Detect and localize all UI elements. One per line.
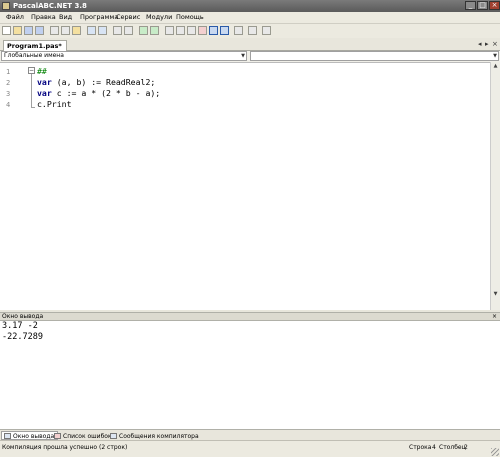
navigation-bar: Глобальные имена ▼ ▼ [0, 51, 500, 62]
format-code-icon[interactable] [234, 26, 243, 35]
save-all-icon[interactable] [35, 26, 44, 35]
menu-service[interactable]: Сервис [116, 13, 140, 22]
new-file-icon[interactable] [2, 26, 11, 35]
menu-modules[interactable]: Модули [146, 13, 172, 22]
run-icon[interactable] [139, 26, 148, 35]
copy-icon[interactable] [61, 26, 70, 35]
stop-icon[interactable] [198, 26, 207, 35]
row-value: 4 [432, 444, 436, 451]
tab-scroll-left-icon[interactable]: ◂ [478, 40, 482, 49]
tab-label: Окно вывода [13, 433, 55, 440]
output-panel-header: Окно вывода × [0, 312, 500, 321]
file-tab-bar: Program1.pas* ◂ ▸ × [0, 38, 500, 51]
status-bar: Компиляция прошла успешно (2 строк) Стро… [0, 440, 500, 457]
member-selector[interactable]: ▼ [250, 51, 499, 61]
line-number: 1 [6, 68, 11, 76]
tab-label: Список ошибок [63, 433, 112, 440]
close-icon[interactable]: × [492, 313, 497, 320]
fold-guide [31, 74, 32, 108]
menu-bar: Файл Правка Вид Программа Сервис Модули … [0, 12, 500, 24]
line-number: 3 [6, 90, 11, 98]
code-text: ## [37, 66, 47, 76]
column-value: 2 [464, 444, 468, 451]
code-text: c.Print [37, 99, 72, 109]
tab-output-window[interactable]: Окно вывода [1, 431, 59, 440]
save-icon[interactable] [24, 26, 33, 35]
output-line: -22.7289 [2, 332, 43, 342]
row-label: Строка [409, 444, 432, 451]
undo-icon[interactable] [87, 26, 96, 35]
find-icon[interactable] [113, 26, 122, 35]
split-view-toggle-icon[interactable] [220, 26, 229, 35]
fold-guide-end [31, 107, 35, 108]
code-text: (a, b) := ReadReal2; [51, 77, 156, 87]
line-number: 4 [6, 101, 11, 109]
paste-icon[interactable] [72, 26, 81, 35]
code-keyword: var [37, 77, 52, 87]
code-text: c := a * (2 * b - a); [51, 88, 161, 98]
options-icon[interactable] [262, 26, 271, 35]
app-icon [2, 2, 10, 10]
code-line: ## [37, 66, 47, 76]
line-number: 2 [6, 79, 11, 87]
output-line: 3.17 -2 [2, 321, 38, 331]
open-file-icon[interactable] [13, 26, 22, 35]
output-panel-title: Окно вывода [2, 313, 44, 320]
step-over-icon[interactable] [176, 26, 185, 35]
line-number-gutter: 1 2 3 4 [0, 63, 14, 311]
scroll-up-icon[interactable]: ▲ [491, 62, 500, 71]
code-line: var c := a * (2 * b - a); [37, 88, 160, 98]
menu-program[interactable]: Программа [80, 13, 118, 22]
code-line: c.Print [37, 99, 72, 109]
tab-label: Сообщения компилятора [119, 433, 199, 440]
editor-vertical-scrollbar[interactable]: ▲ ▼ [490, 62, 500, 310]
close-window-button[interactable]: × [489, 1, 500, 10]
step-into-icon[interactable] [187, 26, 196, 35]
output-area[interactable]: 3.17 -2 -22.7289 [0, 321, 500, 429]
status-message: Компиляция прошла успешно (2 строк) [2, 444, 128, 451]
menu-edit[interactable]: Правка [31, 13, 56, 22]
fold-toggle-icon[interactable]: − [28, 67, 35, 74]
toolbar [0, 24, 500, 39]
maximize-button[interactable]: □ [477, 1, 488, 10]
tab-compiler-messages[interactable]: Сообщения компилятора [107, 431, 203, 440]
output-window-toggle-icon[interactable] [209, 26, 218, 35]
replace-icon[interactable] [124, 26, 133, 35]
compiler-messages-icon [110, 433, 117, 439]
title-bar: PascalABC.NET 3.8 _ □ × [0, 0, 500, 12]
step-icon[interactable] [150, 26, 159, 35]
code-editor[interactable]: 1 2 3 4 − ## var (a, b) := ReadReal2; va… [0, 62, 490, 311]
cut-icon[interactable] [50, 26, 59, 35]
tab-program1[interactable]: Program1.pas* [3, 40, 67, 51]
chevron-down-icon: ▼ [241, 53, 245, 59]
code-line: var (a, b) := ReadReal2; [37, 77, 155, 87]
window-title: PascalABC.NET 3.8 [13, 2, 87, 10]
error-list-icon [54, 433, 61, 439]
scope-selector[interactable]: Глобальные имена ▼ [1, 51, 247, 61]
debug-icon[interactable] [165, 26, 174, 35]
menu-help[interactable]: Помощь [176, 13, 204, 22]
close-tab-icon[interactable]: × [492, 40, 498, 49]
resize-grip-icon[interactable] [491, 448, 499, 456]
compile-icon[interactable] [248, 26, 257, 35]
menu-file[interactable]: Файл [6, 13, 24, 22]
minimize-button[interactable]: _ [465, 1, 476, 10]
chevron-down-icon: ▼ [493, 53, 497, 59]
redo-icon[interactable] [98, 26, 107, 35]
code-keyword: var [37, 88, 52, 98]
tab-scroll-right-icon[interactable]: ▸ [485, 40, 489, 49]
output-window-icon [4, 433, 11, 439]
scope-selector-value: Глобальные имена [4, 52, 64, 59]
scroll-down-icon[interactable]: ▼ [491, 290, 500, 299]
menu-view[interactable]: Вид [59, 13, 72, 22]
tab-error-list[interactable]: Список ошибок [51, 431, 116, 440]
column-label: Столбец [439, 444, 466, 451]
tab-label: Program1.pas* [7, 42, 62, 50]
